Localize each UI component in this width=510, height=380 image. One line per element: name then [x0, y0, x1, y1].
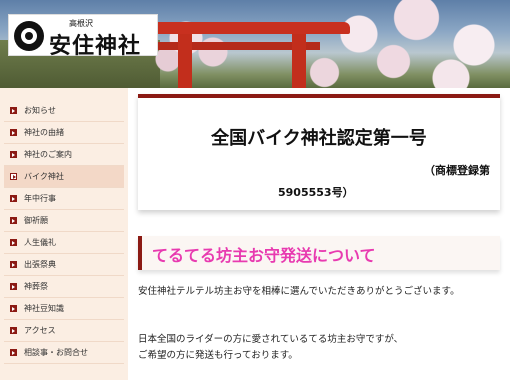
sidebar-item-outreach-rites[interactable]: 出張祭典 [4, 254, 124, 276]
sidebar-item-label: 出張祭典 [24, 260, 56, 269]
sidebar-item-label: 年中行事 [24, 194, 56, 203]
arrow-bullet-icon [10, 327, 17, 334]
sidebar-item-label: 神社豆知識 [24, 304, 64, 313]
trademark-note: （商標登録第 [424, 164, 490, 177]
sidebar-item-label: 御祈願 [24, 216, 48, 225]
section-heading-text: てるてる坊主お守発送について [152, 246, 376, 265]
tomoe-crest-icon [14, 21, 44, 51]
torii-gate-pillar-right [292, 34, 306, 88]
body-paragraph-shipping: ご希望の方に発送も行っております。 [138, 350, 298, 361]
sidebar-item-access[interactable]: アクセス [4, 320, 124, 342]
arrow-bullet-icon [10, 173, 17, 180]
arrow-bullet-icon [10, 261, 17, 268]
logo-title: 安住神社 [49, 33, 142, 59]
sidebar-item-label: 神社のご案内 [24, 150, 72, 159]
body-paragraph-thanks: 安住神社テルテル坊主お守を相棒に選んでいただきありがとうございます。 [138, 286, 460, 297]
arrow-bullet-icon [10, 217, 17, 224]
torii-gate-pillar-left [178, 34, 192, 88]
site-logo[interactable]: 高根沢 安住神社 [8, 14, 158, 59]
sidebar-item-news[interactable]: お知らせ [4, 100, 124, 122]
sidebar-item-label: 人生儀礼 [24, 238, 56, 247]
sidebar-item-trivia[interactable]: 神社豆知識 [4, 298, 124, 320]
sidebar-item-life-rites[interactable]: 人生儀礼 [4, 232, 124, 254]
sidebar-item-funerals[interactable]: 神葬祭 [4, 276, 124, 298]
section-heading: てるてる坊主お守発送について [138, 236, 500, 270]
header-banner: 高根沢 安住神社 [0, 0, 510, 88]
sidebar-item-label: 神葬祭 [24, 282, 48, 291]
title-panel: 全国バイク神社認定第一号 （商標登録第 5905553号） [138, 94, 500, 210]
sidebar-item-label: 神社の由緒 [24, 128, 64, 137]
main-content: 全国バイク神社認定第一号 （商標登録第 5905553号） てるてる坊主お守発送… [138, 88, 500, 380]
sidebar-item-label: 相談事・お問合せ [24, 348, 88, 357]
arrow-bullet-icon [10, 107, 17, 114]
trademark-number: 5905553号） [278, 186, 354, 199]
sidebar-item-bike-shrine[interactable]: バイク神社 [4, 166, 124, 188]
sidebar-item-contact[interactable]: 相談事・お問合せ [4, 342, 124, 364]
sidebar-nav: お知らせ 神社の由緒 神社のご案内 バイク神社 年中行事 御祈願 人生儀礼 出張… [0, 88, 128, 380]
arrow-bullet-icon [10, 195, 17, 202]
arrow-bullet-icon [10, 239, 17, 246]
sidebar-item-label: アクセス [24, 326, 56, 335]
sidebar-item-annual-events[interactable]: 年中行事 [4, 188, 124, 210]
arrow-bullet-icon [10, 283, 17, 290]
page-title: 全国バイク神社認定第一号 [211, 128, 427, 149]
body-paragraph-intro: 日本全国のライダーの方に愛されているてる坊主お守ですが、 [138, 334, 404, 345]
sidebar-item-label: お知らせ [24, 106, 56, 115]
arrow-bullet-icon [10, 305, 17, 312]
sidebar-item-label: バイク神社 [24, 172, 64, 181]
sidebar-item-history[interactable]: 神社の由緒 [4, 122, 124, 144]
arrow-bullet-icon [10, 151, 17, 158]
banner-blossom-right [290, 0, 510, 88]
sidebar-item-guide[interactable]: 神社のご案内 [4, 144, 124, 166]
sidebar-item-prayers[interactable]: 御祈願 [4, 210, 124, 232]
arrow-bullet-icon [10, 349, 17, 356]
arrow-bullet-icon [10, 129, 17, 136]
